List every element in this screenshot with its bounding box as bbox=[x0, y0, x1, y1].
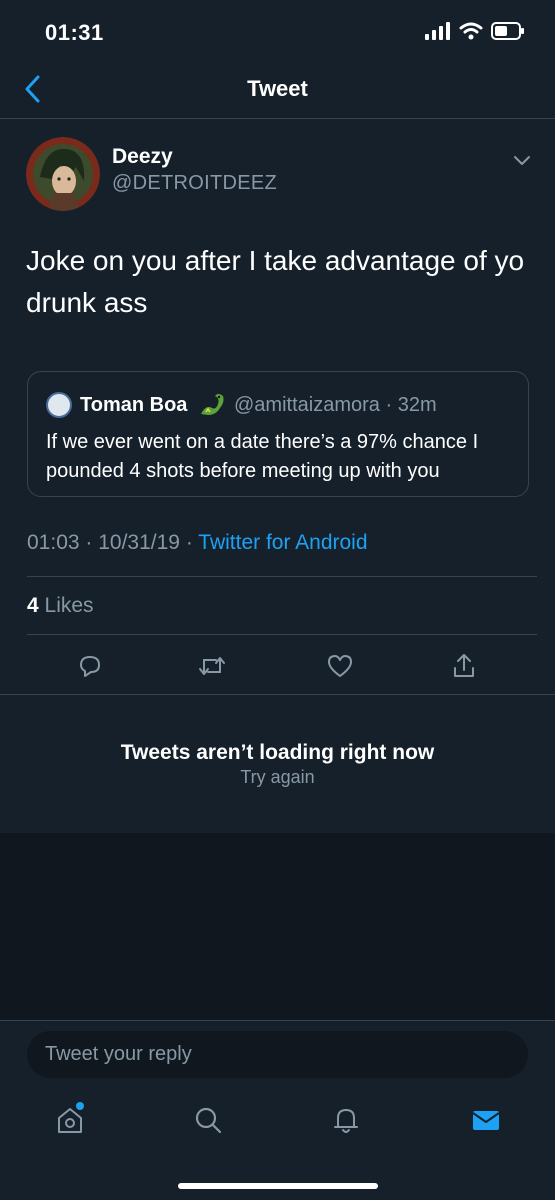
home-notification-dot bbox=[76, 1102, 84, 1110]
reply-icon bbox=[80, 656, 100, 677]
meta-separator: · bbox=[185, 531, 199, 554]
try-again-link[interactable]: Try again bbox=[0, 767, 555, 788]
reply-button[interactable] bbox=[72, 648, 108, 684]
author-handle[interactable]: @DETROITDEEZ bbox=[112, 172, 277, 195]
battery-icon bbox=[491, 22, 524, 40]
chevron-down-icon bbox=[514, 156, 530, 165]
page-title: Tweet bbox=[247, 76, 308, 101]
like-button[interactable] bbox=[322, 648, 358, 684]
status-icons bbox=[425, 22, 525, 40]
search-icon bbox=[195, 1107, 222, 1134]
tab-notifications[interactable] bbox=[326, 1100, 366, 1140]
share-button[interactable] bbox=[446, 648, 482, 684]
quoted-age: 32m bbox=[397, 394, 437, 416]
tweet-time: 01:03 bbox=[27, 531, 80, 554]
quoted-text: If we ever went on a date there’s a 97% … bbox=[46, 431, 479, 482]
status-time: 01:31 bbox=[45, 20, 104, 45]
tab-messages[interactable] bbox=[466, 1100, 506, 1140]
tweet-text: Joke on you after I take advantage of yo… bbox=[26, 245, 525, 318]
replies-error-title: Tweets aren’t loading right now bbox=[120, 741, 435, 764]
divider bbox=[27, 576, 537, 577]
heart-icon bbox=[328, 655, 352, 677]
quoted-author-avatar bbox=[46, 392, 72, 418]
divider bbox=[0, 1020, 555, 1021]
retweet-icon bbox=[199, 657, 225, 675]
bell-icon bbox=[334, 1109, 358, 1133]
quoted-tweet[interactable]: Toman Boa @amittaizamora · 32m If we eve… bbox=[27, 371, 529, 497]
likes-label: Likes bbox=[44, 594, 94, 617]
quoted-author-name: Toman Boa bbox=[80, 394, 188, 416]
meta-separator: · bbox=[85, 531, 99, 554]
tab-home[interactable] bbox=[50, 1100, 90, 1140]
quoted-author-handle: @amittaizamora · 32m bbox=[234, 394, 437, 417]
quoted-handle-text: @amittaizamora bbox=[234, 394, 380, 416]
tab-search[interactable] bbox=[188, 1100, 228, 1140]
retweet-button[interactable] bbox=[194, 648, 230, 684]
divider bbox=[0, 694, 555, 695]
likes-link[interactable]: 4 Likes bbox=[27, 594, 94, 618]
tweet-meta: 01:03 · 10/31/19 · Twitter for Android bbox=[27, 531, 368, 555]
author-avatar[interactable] bbox=[26, 137, 100, 211]
reply-placeholder: Tweet your reply bbox=[45, 1043, 192, 1065]
divider bbox=[27, 634, 537, 635]
tweet-source-link[interactable]: Twitter for Android bbox=[198, 531, 367, 554]
home-indicator bbox=[178, 1183, 378, 1189]
tweet-options-button[interactable] bbox=[512, 150, 532, 175]
mail-icon bbox=[472, 1111, 500, 1130]
author-name[interactable]: Deezy bbox=[112, 145, 173, 169]
reply-input[interactable]: Tweet your reply bbox=[27, 1031, 528, 1078]
dragon-emoji-icon bbox=[198, 390, 226, 423]
quoted-separator: · bbox=[385, 394, 393, 416]
likes-count: 4 bbox=[27, 594, 39, 617]
signal-icon bbox=[425, 22, 450, 40]
tweet-date: 10/31/19 bbox=[98, 531, 180, 554]
empty-area bbox=[0, 833, 555, 1020]
navigation-bar: Tweet bbox=[0, 60, 555, 119]
share-icon bbox=[454, 654, 474, 677]
wifi-icon bbox=[459, 22, 483, 40]
